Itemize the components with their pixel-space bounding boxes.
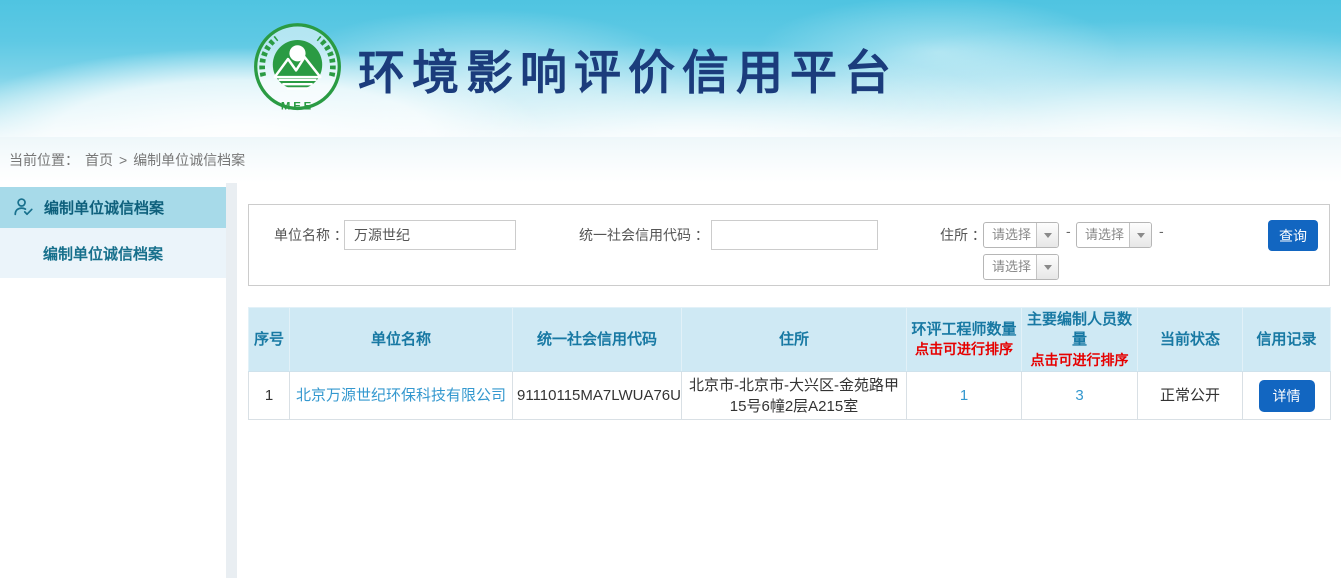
content-area: 单位名称 ： 统一社会信用代码 ： 住所 ： 请选择 - 请选择 - 请选择 查… bbox=[237, 183, 1341, 578]
col-header-index: 序号 bbox=[249, 308, 290, 372]
address-label: 住所 ： bbox=[940, 220, 986, 250]
sidebar-item-credit-archive-parent[interactable]: 编制单位诚信档案 bbox=[0, 187, 226, 228]
breadcrumb-separator: > bbox=[119, 152, 127, 168]
sidebar-item-label: 编制单位诚信档案 bbox=[44, 197, 164, 218]
sort-hint: 点击可进行排序 bbox=[1024, 351, 1135, 370]
col-header-editor-count-label: 主要编制人员数量 bbox=[1027, 311, 1132, 348]
city-select-value: 请选择 bbox=[1077, 223, 1129, 247]
table-header-row: 序号 单位名称 统一社会信用代码 住所 环评工程师数量 点击可进行排序 主要编制… bbox=[249, 308, 1331, 372]
sidebar-item-label: 编制单位诚信档案 bbox=[43, 243, 163, 264]
col-header-address: 住所 bbox=[682, 308, 907, 372]
sidebar-divider bbox=[226, 183, 237, 578]
page-title: 环境影响评价信用平台 bbox=[358, 34, 898, 103]
col-header-status: 当前状态 bbox=[1138, 308, 1243, 372]
cell-status: 正常公开 bbox=[1138, 372, 1243, 420]
engineer-count-link[interactable]: 1 bbox=[960, 387, 968, 404]
district-select-value: 请选择 bbox=[984, 255, 1036, 279]
cell-index: 1 bbox=[249, 372, 290, 420]
sidebar: 编制单位诚信档案 编制单位诚信档案 bbox=[0, 183, 226, 578]
unit-name-link[interactable]: 北京万源世纪环保科技有限公司 bbox=[296, 387, 506, 404]
col-header-editor-count-sort[interactable]: 主要编制人员数量 点击可进行排序 bbox=[1022, 308, 1138, 372]
sort-hint: 点击可进行排序 bbox=[909, 340, 1019, 359]
query-button[interactable]: 查询 bbox=[1268, 220, 1318, 251]
chevron-down-icon[interactable] bbox=[1036, 223, 1058, 247]
credit-code-label: 统一社会信用代码 ： bbox=[579, 220, 709, 250]
chevron-down-icon[interactable] bbox=[1036, 255, 1058, 279]
mee-logo-icon: MEE bbox=[250, 21, 345, 116]
col-header-engineer-count-label: 环评工程师数量 bbox=[911, 321, 1016, 338]
col-header-credit-code: 统一社会信用代码 bbox=[513, 308, 682, 372]
editor-count-link[interactable]: 3 bbox=[1075, 387, 1083, 404]
sidebar-item-credit-archive[interactable]: 编制单位诚信档案 bbox=[0, 228, 226, 278]
district-select[interactable]: 请选择 bbox=[983, 254, 1059, 280]
address-separator: - bbox=[1066, 223, 1071, 239]
cell-address: 北京市-北京市-大兴区-金苑路甲15号6幢2层A215室 bbox=[682, 372, 907, 420]
credit-code-input[interactable] bbox=[711, 220, 878, 250]
breadcrumb-current: 编制单位诚信档案 bbox=[133, 150, 245, 170]
user-check-icon bbox=[12, 196, 35, 219]
detail-button[interactable]: 详情 bbox=[1259, 380, 1315, 412]
svg-text:MEE: MEE bbox=[281, 100, 314, 112]
address-separator2: - bbox=[1159, 223, 1164, 239]
col-header-credit-record: 信用记录 bbox=[1243, 308, 1331, 372]
breadcrumb-label: 当前位置： bbox=[9, 150, 79, 170]
province-select-value: 请选择 bbox=[984, 223, 1036, 247]
province-select[interactable]: 请选择 bbox=[983, 222, 1059, 248]
breadcrumb-home-link[interactable]: 首页 bbox=[85, 150, 113, 170]
city-select[interactable]: 请选择 bbox=[1076, 222, 1152, 248]
table-row: 1 北京万源世纪环保科技有限公司 91110115MA7LWUA76U 北京市-… bbox=[249, 372, 1331, 420]
site-header: MEE 环境影响评价信用平台 bbox=[0, 0, 1341, 137]
breadcrumb: 当前位置： 首页 > 编制单位诚信档案 bbox=[0, 137, 1341, 183]
main-area: 编制单位诚信档案 编制单位诚信档案 单位名称 ： 统一社会信用代码 ： 住所 ：… bbox=[0, 183, 1341, 578]
unit-name-input[interactable] bbox=[344, 220, 516, 250]
col-header-unit-name: 单位名称 bbox=[290, 308, 513, 372]
results-table: 序号 单位名称 统一社会信用代码 住所 环评工程师数量 点击可进行排序 主要编制… bbox=[248, 307, 1331, 420]
col-header-engineer-count-sort[interactable]: 环评工程师数量 点击可进行排序 bbox=[907, 308, 1022, 372]
chevron-down-icon[interactable] bbox=[1129, 223, 1151, 247]
search-panel: 单位名称 ： 统一社会信用代码 ： 住所 ： 请选择 - 请选择 - 请选择 查… bbox=[248, 204, 1330, 286]
cell-credit-code: 91110115MA7LWUA76U bbox=[513, 372, 682, 420]
unit-name-label: 单位名称 ： bbox=[274, 220, 348, 250]
